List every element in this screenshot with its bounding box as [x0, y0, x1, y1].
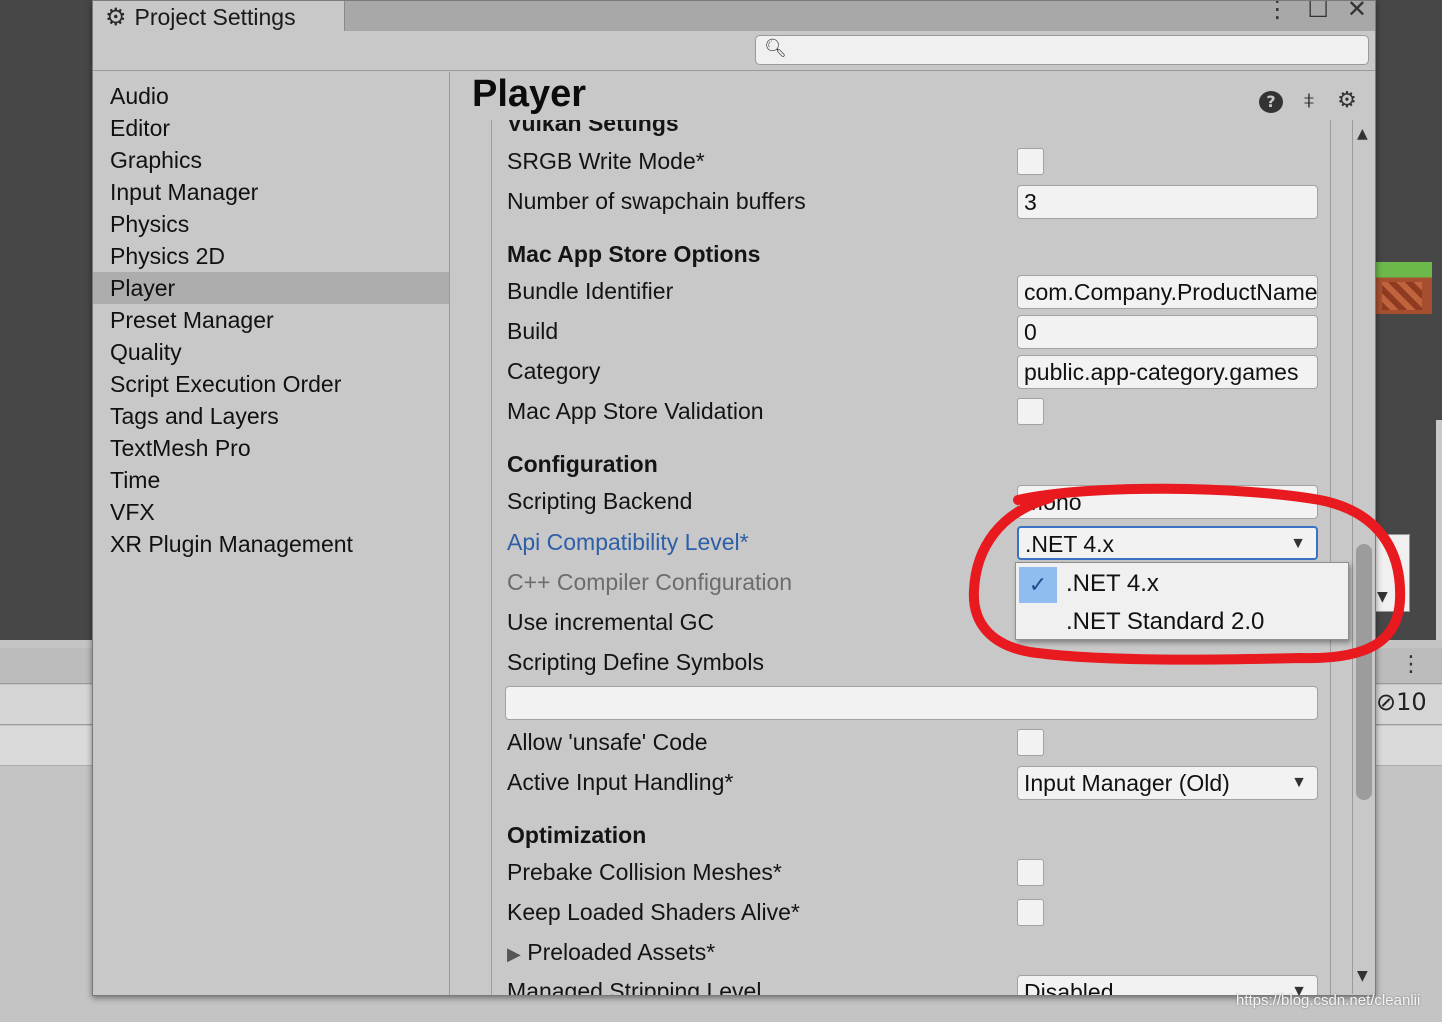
preset-sliders-icon[interactable]: ⧧: [1297, 88, 1321, 113]
gear-icon: ⚙: [105, 3, 127, 31]
background-count: ⊘10: [1376, 688, 1427, 716]
sidebar-item-editor[interactable]: Editor: [93, 112, 449, 144]
chevron-down-icon: ▼: [1377, 589, 1388, 605]
mac-app-store-validation-checkbox[interactable]: [1017, 398, 1044, 425]
search-input[interactable]: 🔍︎: [755, 35, 1369, 65]
background-dropdown[interactable]: ▼: [1370, 534, 1410, 612]
chevron-down-icon: ▼: [1290, 535, 1306, 552]
scripting-backend-label: Scripting Backend: [507, 488, 693, 514]
active-input-handling-dropdown[interactable]: Input Manager (Old) ▼: [1017, 766, 1318, 800]
more-menu-icon[interactable]: ⋮: [1265, 1, 1289, 23]
maximize-icon[interactable]: ☐: [1307, 1, 1329, 23]
sidebar-item-input-manager[interactable]: Input Manager: [93, 176, 449, 208]
sidebar-item-preset-manager[interactable]: Preset Manager: [93, 304, 449, 336]
close-icon[interactable]: ✕: [1347, 1, 1367, 23]
allow-unsafe-code-label: Allow 'unsafe' Code: [507, 729, 708, 755]
sidebar-item-physics[interactable]: Physics: [93, 208, 449, 240]
search-icon: 🔍︎: [764, 38, 787, 59]
background-panel-edge: [1436, 420, 1442, 640]
build-label: Build: [507, 318, 559, 344]
sidebar-item-quality[interactable]: Quality: [93, 336, 449, 368]
cpp-compiler-configuration-label: C++ Compiler Configuration: [507, 569, 793, 595]
api-compatibility-level-value: .NET 4.x: [1025, 531, 1115, 557]
vertical-scrollbar[interactable]: ▲ ▼: [1352, 120, 1374, 994]
sidebar-item-time[interactable]: Time: [93, 464, 449, 496]
keep-loaded-shaders-label: Keep Loaded Shaders Alive*: [507, 899, 800, 925]
menu-option-net-standard-2[interactable]: .NET Standard 2.0: [1016, 603, 1348, 641]
toolbar: 🔍︎: [93, 31, 1375, 71]
prebake-collision-meshes-checkbox[interactable]: [1017, 859, 1044, 886]
window-title: Project Settings: [134, 3, 296, 30]
project-settings-window: ⚙ Project Settings ⋮ ☐ ✕ 🔍︎ Audio Editor…: [92, 0, 1376, 996]
prebake-collision-meshes-label: Prebake Collision Meshes*: [507, 859, 782, 885]
watermark-text: https://blog.csdn.net/cleanlii: [1236, 992, 1421, 1009]
settings-content: Vulkan Settings SRGB Write Mode* Number …: [491, 120, 1331, 996]
more-options-icon[interactable]: ⋮: [1400, 652, 1422, 677]
srgb-write-mode-checkbox[interactable]: [1017, 148, 1044, 175]
scripting-define-symbols-field[interactable]: [505, 686, 1318, 720]
api-compatibility-level-label: Api Compatibility Level*: [507, 529, 749, 555]
section-configuration: Configuration: [507, 451, 658, 477]
menu-option-net-4x[interactable]: ✓ .NET 4.x: [1016, 565, 1348, 603]
sidebar-item-audio[interactable]: Audio: [93, 80, 449, 112]
title-bar: ⚙ Project Settings ⋮ ☐ ✕: [93, 1, 1375, 33]
scroll-up-arrow-icon[interactable]: ▲: [1357, 126, 1368, 142]
sidebar-item-graphics[interactable]: Graphics: [93, 144, 449, 176]
managed-stripping-level-value: Disabled: [1024, 979, 1114, 996]
page-title: Player: [472, 73, 587, 115]
sidebar-item-textmesh-pro[interactable]: TextMesh Pro: [93, 432, 449, 464]
build-field[interactable]: 0: [1017, 315, 1318, 349]
sidebar-item-xr-plugin-management[interactable]: XR Plugin Management: [93, 528, 449, 560]
help-icon[interactable]: ?: [1259, 88, 1283, 113]
foldout-triangle-icon: ▶: [507, 944, 521, 964]
bundle-identifier-label: Bundle Identifier: [507, 278, 674, 304]
scripting-backend-dropdown[interactable]: Mono: [1017, 485, 1318, 519]
api-compatibility-level-dropdown[interactable]: .NET 4.x ▼: [1017, 526, 1318, 560]
srgb-write-mode-label: SRGB Write Mode*: [507, 148, 705, 174]
section-mac-app-store-options: Mac App Store Options: [507, 241, 761, 267]
section-optimization: Optimization: [507, 822, 647, 848]
header-icons: ? ⧧ ⚙: [1259, 88, 1359, 113]
category-label: Category: [507, 358, 601, 384]
keep-loaded-shaders-checkbox[interactable]: [1017, 899, 1044, 926]
menu-option-label: .NET Standard 2.0: [1066, 608, 1265, 635]
checkmark-icon: ✓: [1019, 567, 1057, 603]
sidebar-item-player[interactable]: Player: [93, 272, 449, 304]
menu-option-label: .NET 4.x: [1066, 570, 1159, 597]
background-sprite-thumbnail: [1376, 262, 1432, 314]
panel-header: Player ? ⧧ ⚙: [451, 72, 1375, 122]
sidebar-item-tags-and-layers[interactable]: Tags and Layers: [93, 400, 449, 432]
swapchain-buffers-field[interactable]: 3: [1017, 185, 1318, 219]
incremental-gc-label: Use incremental GC: [507, 609, 715, 635]
section-vulkan-settings: Vulkan Settings: [507, 120, 679, 136]
window-tab[interactable]: ⚙ Project Settings: [93, 1, 345, 33]
api-compatibility-popup-menu: ✓ .NET 4.x .NET Standard 2.0: [1015, 562, 1349, 640]
scripting-backend-value: Mono: [1024, 489, 1082, 515]
scripting-define-symbols-label: Scripting Define Symbols: [507, 649, 764, 675]
bundle-identifier-field[interactable]: com.Company.ProductName: [1017, 275, 1318, 309]
managed-stripping-level-label: Managed Stripping Level: [507, 978, 762, 996]
sidebar-item-physics-2d[interactable]: Physics 2D: [93, 240, 449, 272]
preloaded-assets-label: Preloaded Assets*: [527, 939, 716, 965]
sidebar-item-vfx[interactable]: VFX: [93, 496, 449, 528]
swapchain-buffers-label: Number of swapchain buffers: [507, 188, 806, 214]
active-input-handling-value: Input Manager (Old): [1024, 770, 1230, 796]
preloaded-assets-foldout[interactable]: ▶ Preloaded Assets*: [507, 939, 715, 966]
active-input-handling-label: Active Input Handling*: [507, 769, 734, 795]
settings-gear-icon[interactable]: ⚙: [1335, 88, 1359, 113]
sidebar-item-script-execution-order[interactable]: Script Execution Order: [93, 368, 449, 400]
scroll-down-arrow-icon[interactable]: ▼: [1357, 968, 1368, 984]
category-field[interactable]: public.app-category.games: [1017, 355, 1318, 389]
scrollbar-thumb[interactable]: [1356, 544, 1372, 800]
chevron-down-icon: ▼: [1291, 774, 1307, 791]
mac-app-store-validation-label: Mac App Store Validation: [507, 398, 764, 424]
window-controls: ⋮ ☐ ✕: [1265, 1, 1367, 23]
settings-sidebar: Audio Editor Graphics Input Manager Phys…: [93, 72, 450, 995]
player-settings-panel: Player ? ⧧ ⚙ Vulkan Settings SRGB Write …: [451, 72, 1375, 996]
hidden-count-icon: ⊘: [1376, 688, 1397, 716]
allow-unsafe-code-checkbox[interactable]: [1017, 729, 1044, 756]
